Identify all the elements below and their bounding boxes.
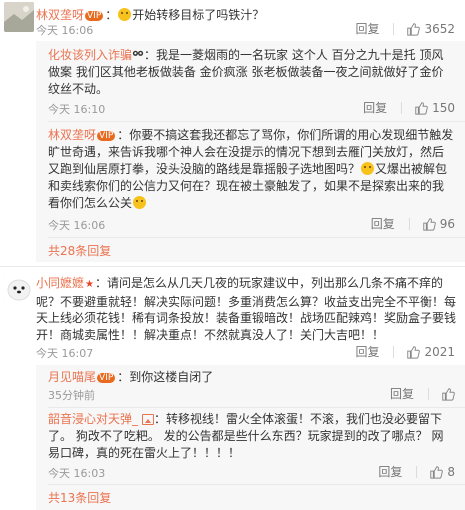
reply-body: 韶音浸心对天弹_ ：转移视线！雷火全体滚蛋！不滚，我们也没必要留下了。 狗改不了吃… [48,412,444,460]
username-link[interactable]: 林双垄呀 [48,128,96,142]
emoji-icon [361,162,375,175]
more-replies-link[interactable]: 共13条回复 [48,489,111,506]
divider [393,22,395,35]
timestamp: 今天 16:06 [48,219,106,232]
thumbs-up-icon [407,22,421,36]
sticker-icon [132,50,144,56]
thumbs-up-icon [422,217,436,231]
timestamp: 今天 16:10 [48,103,106,116]
thumbs-up-icon [415,101,428,115]
comment-thread-1: 林双垄呀 VIP：开始转移目标了吗铁汁？ 今天 16:06 回复 3652 化妆该… [0,0,465,262]
reply-meta: 今天 16:03 回复 8 [48,463,465,483]
reply-meta: 今天 16:06 回复 96 [48,215,465,235]
vip-badge-icon: VIP [97,131,116,141]
emoji-icon [133,196,147,209]
like-count: 2021 [424,344,455,359]
username-link[interactable]: 月见喵尾 [48,370,96,384]
thumbs-up-icon [407,345,421,359]
like-button[interactable]: 150 [414,101,455,115]
divider [408,217,410,230]
divider [48,484,465,485]
reply-item: 化妆该列入诈骗 ：我是一菱烟雨的一名玩家 这个人 百分之九十是托 顶风做案 我们区… [48,47,465,98]
reply-button[interactable]: 回复 [355,343,379,360]
image-icon[interactable] [142,414,155,425]
reply-item: 月见喵尾 VIP ：到你这楼自闭了 [48,369,465,386]
username-link[interactable]: 化妆该列入诈骗 [48,48,132,62]
avatar[interactable] [4,2,34,32]
timestamp: 今天 16:06 [36,24,94,37]
comment-thread-2: 小同嬷嬷★：请问是怎么从几天几夜的玩家建议中，列出那么几条不痛不痒的呢？不要避重… [0,267,465,510]
divider [393,345,395,358]
timestamp: 今天 16:07 [36,347,94,360]
username-link[interactable]: 韶音浸心对天弹_ [48,412,138,426]
reply-text: 到你这楼自闭了 [129,370,214,384]
reply-button[interactable]: 回复 [371,215,395,232]
vip-badge-icon: VIP [97,373,116,383]
reply-body: 月见喵尾 VIP ：到你这楼自闭了 [48,370,214,384]
reply-body: 化妆该列入诈骗 ：我是一菱烟雨的一名玩家 这个人 百分之九十是托 顶风做案 我们区… [48,48,444,96]
reply-button[interactable]: 回复 [378,463,402,480]
thumbs-up-icon [430,465,444,479]
like-button[interactable]: 3652 [406,22,455,36]
like-count: 150 [432,100,455,115]
divider [48,121,465,122]
comment-meta: 今天 16:07 回复 2021 [36,343,465,363]
timestamp: 35分钟前 [48,389,95,402]
reply-item: 韶音浸心对天弹_ ：转移视线！雷火全体滚蛋！不滚，我们也没必要留下了。 狗改不了吃… [48,411,465,462]
comment-body: 小同嬷嬷★：请问是怎么从几天几夜的玩家建议中，列出那么几条不痛不痒的呢？不要避重… [36,276,457,342]
reply-body: 林双垄呀 VIP ：你要不搞这套我还都忘了骂你，你们所谓的用心发现细节触发旷世奇遇，… [48,128,454,210]
thumbs-up-icon [442,387,455,401]
avatar[interactable] [4,273,34,303]
divider [428,387,429,400]
like-button[interactable]: 2021 [406,345,455,359]
divider [401,101,403,114]
replies-panel: 月见喵尾 VIP ：到你这楼自闭了 35分钟前 回复 韶音浸心对天弹_ ：转移视线！雷… [36,365,465,510]
comment-text: 请问是怎么从几天几夜的玩家建议中，列出那么几条不痛不痒的呢？不要避重就轻！解决实… [36,276,457,342]
reply-item: 林双垄呀 VIP ：你要不搞这套我还都忘了骂你，你们所谓的用心发现细节触发旷世奇遇，… [48,127,465,212]
replies-panel: 化妆该列入诈骗 ：我是一菱烟雨的一名玩家 这个人 百分之九十是托 顶风做案 我们区… [36,41,465,262]
more-replies-link[interactable]: 共28条回复 [48,242,111,259]
divider [48,407,465,408]
like-count: 96 [439,216,455,231]
reply-button[interactable]: 回复 [363,99,387,116]
reply-button[interactable]: 回复 [390,385,414,402]
like-count: 3652 [424,21,455,36]
divider [416,465,418,478]
username-link[interactable]: 小同嬷嬷 [36,276,84,290]
like-button[interactable] [441,387,455,401]
like-button[interactable]: 96 [422,217,455,231]
like-count: 8 [447,464,455,479]
reply-meta: 35分钟前 回复 [48,385,465,405]
divider [48,237,465,238]
reply-meta: 今天 16:10 回复 150 [48,99,465,119]
timestamp: 今天 16:03 [48,467,106,480]
like-button[interactable]: 8 [429,465,455,479]
reply-button[interactable]: 回复 [355,20,379,37]
star-badge-icon: ★ [85,279,94,290]
comment-meta: 今天 16:06 回复 3652 [36,20,465,40]
